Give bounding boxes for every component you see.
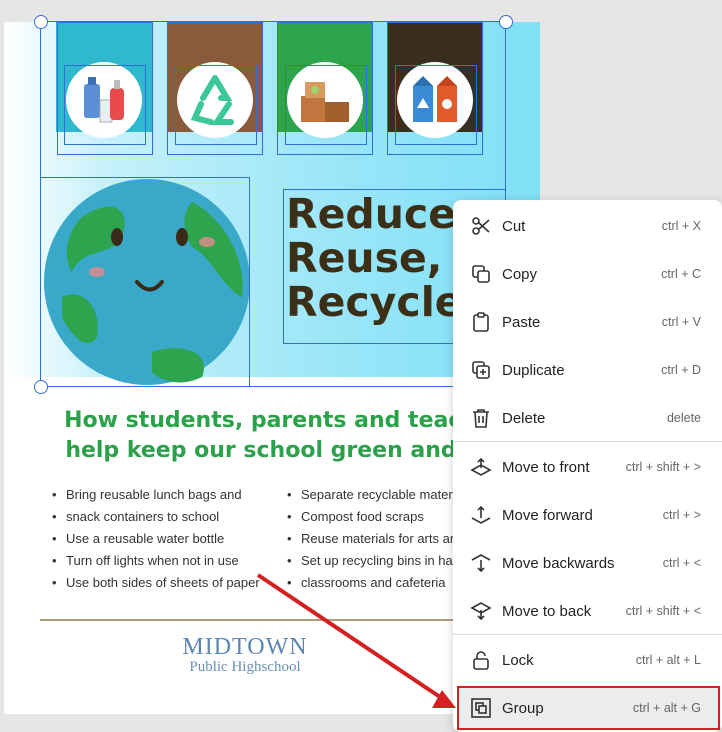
menu-item-shortcut: ctrl + >	[662, 508, 701, 522]
earth-icon[interactable]	[42, 177, 252, 387]
list-item: Use a reusable water bottle	[52, 528, 260, 550]
menu-item-shortcut: delete	[666, 411, 701, 425]
resize-handle-bottom-left[interactable]	[34, 380, 48, 394]
menu-item-group[interactable]: Group ctrl + alt + G	[453, 684, 722, 732]
menu-item-shortcut: ctrl + C	[661, 267, 701, 281]
title-line-2: Reuse,	[286, 234, 443, 282]
bin-tab-brown[interactable]	[167, 22, 263, 138]
list-item: Set up recycling bins in hal	[287, 550, 457, 572]
menu-item-lock[interactable]: Lock ctrl + alt + L	[453, 636, 722, 684]
menu-item-label: Group	[502, 699, 544, 717]
menu-separator	[453, 441, 722, 442]
tips-list-left[interactable]: Bring reusable lunch bags and snack cont…	[52, 484, 260, 594]
list-item: Compost food scraps	[287, 506, 457, 528]
move-backwards-icon	[470, 552, 492, 574]
menu-item-paste[interactable]: Paste ctrl + V	[453, 298, 722, 346]
recycle-icon	[177, 62, 253, 138]
menu-item-copy[interactable]: Copy ctrl + C	[453, 250, 722, 298]
menu-item-move-forward[interactable]: Move forward ctrl + >	[453, 491, 722, 539]
list-item: snack containers to school	[52, 506, 260, 528]
bin-tab-green[interactable]	[277, 22, 373, 138]
menu-separator	[453, 634, 722, 635]
menu-item-label: Delete	[502, 409, 546, 427]
scissors-icon	[470, 215, 492, 237]
menu-item-shortcut: ctrl + alt + L	[635, 653, 701, 667]
lock-icon	[470, 649, 492, 671]
menu-item-shortcut: ctrl + X	[661, 219, 701, 233]
resize-handle-top-right[interactable]	[499, 15, 513, 29]
menu-item-shortcut: ctrl + shift + >	[625, 460, 701, 474]
move-forward-icon	[470, 504, 492, 526]
list-item: Turn off lights when not in use	[52, 550, 260, 572]
context-menu: Cut ctrl + X Copy ctrl + C Paste ctrl + …	[453, 200, 722, 732]
move-to-back-icon	[470, 600, 492, 622]
poster-title[interactable]: Reduce, Reuse, Recycle	[286, 192, 472, 324]
menu-item-label: Move to front	[502, 458, 590, 476]
menu-item-move-to-back[interactable]: Move to back ctrl + shift + <	[453, 587, 722, 635]
move-to-front-icon	[470, 456, 492, 478]
menu-item-label: Cut	[502, 217, 526, 235]
menu-item-label: Move forward	[502, 506, 593, 524]
list-item: Reuse materials for arts an	[287, 528, 457, 550]
menu-item-label: Move to back	[502, 602, 592, 620]
bin-tab-dark[interactable]	[387, 22, 483, 138]
menu-item-shortcut: ctrl + alt + G	[632, 701, 701, 715]
menu-item-label: Paste	[502, 313, 541, 331]
brand-name[interactable]: MIDTOWN	[4, 634, 486, 661]
boxes-icon	[287, 62, 363, 138]
cartons-icon	[397, 62, 473, 138]
list-item-continuation: classrooms and cafeteria	[301, 575, 446, 590]
menu-item-label: Move backwards	[502, 554, 615, 572]
menu-item-shortcut: ctrl + V	[661, 315, 701, 329]
list-item: Use both sides of sheets of paper	[52, 572, 260, 594]
bottles-icon	[66, 62, 142, 138]
trash-icon	[470, 407, 492, 429]
menu-item-move-to-front[interactable]: Move to front ctrl + shift + >	[453, 443, 722, 491]
menu-item-label: Duplicate	[502, 361, 565, 379]
copy-icon	[470, 263, 492, 285]
list-item: Bring reusable lunch bags and	[52, 484, 260, 506]
list-item: Separate recyclable materi	[287, 484, 457, 506]
duplicate-icon	[470, 359, 492, 381]
title-line-1: Reduce,	[286, 190, 472, 238]
clipboard-icon	[470, 311, 492, 333]
menu-item-label: Lock	[502, 651, 534, 669]
list-item-continuation: snack containers to school	[66, 509, 220, 524]
tips-list-right[interactable]: Separate recyclable materi Compost food …	[287, 484, 457, 594]
group-icon	[470, 697, 492, 719]
resize-handle-top-left[interactable]	[34, 15, 48, 29]
brand-subtitle[interactable]: Public Highschool	[4, 659, 486, 676]
menu-item-shortcut: ctrl + D	[661, 363, 701, 377]
menu-item-cut[interactable]: Cut ctrl + X	[453, 202, 722, 250]
bin-tab-blue[interactable]	[56, 22, 152, 138]
menu-item-delete[interactable]: Delete delete	[453, 394, 722, 442]
list-item: classrooms and cafeteria	[287, 572, 457, 594]
title-line-3: Recycle	[286, 278, 463, 326]
menu-item-shortcut: ctrl + <	[662, 556, 701, 570]
menu-item-shortcut: ctrl + shift + <	[625, 604, 701, 618]
menu-item-duplicate[interactable]: Duplicate ctrl + D	[453, 346, 722, 394]
menu-item-move-backwards[interactable]: Move backwards ctrl + <	[453, 539, 722, 587]
menu-item-label: Copy	[502, 265, 538, 283]
